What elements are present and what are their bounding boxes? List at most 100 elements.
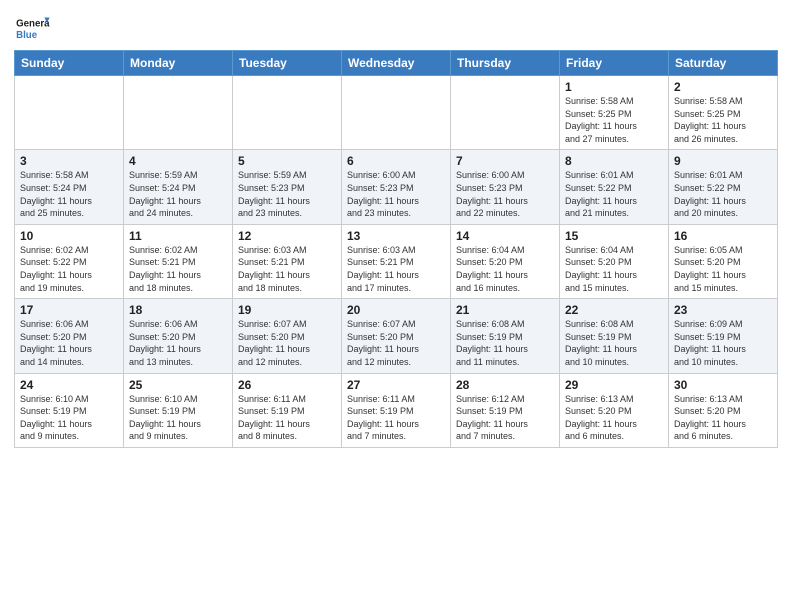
weekday-header-row: SundayMondayTuesdayWednesdayThursdayFrid…: [15, 51, 778, 76]
day-number: 25: [129, 378, 227, 392]
day-number: 9: [674, 154, 772, 168]
day-info: Sunrise: 6:03 AM Sunset: 5:21 PM Dayligh…: [347, 244, 445, 294]
day-number: 4: [129, 154, 227, 168]
day-number: 19: [238, 303, 336, 317]
calendar-cell: 7Sunrise: 6:00 AM Sunset: 5:23 PM Daylig…: [451, 150, 560, 224]
calendar-cell: [233, 76, 342, 150]
weekday-header-wednesday: Wednesday: [342, 51, 451, 76]
day-number: 24: [20, 378, 118, 392]
calendar-table: SundayMondayTuesdayWednesdayThursdayFrid…: [14, 50, 778, 448]
weekday-header-saturday: Saturday: [669, 51, 778, 76]
day-info: Sunrise: 5:58 AM Sunset: 5:24 PM Dayligh…: [20, 169, 118, 219]
calendar-cell: 25Sunrise: 6:10 AM Sunset: 5:19 PM Dayli…: [124, 373, 233, 447]
day-info: Sunrise: 6:07 AM Sunset: 5:20 PM Dayligh…: [238, 318, 336, 368]
day-number: 8: [565, 154, 663, 168]
day-info: Sunrise: 6:04 AM Sunset: 5:20 PM Dayligh…: [456, 244, 554, 294]
calendar-week-row: 3Sunrise: 5:58 AM Sunset: 5:24 PM Daylig…: [15, 150, 778, 224]
calendar-week-row: 1Sunrise: 5:58 AM Sunset: 5:25 PM Daylig…: [15, 76, 778, 150]
calendar-cell: 2Sunrise: 5:58 AM Sunset: 5:25 PM Daylig…: [669, 76, 778, 150]
day-info: Sunrise: 6:01 AM Sunset: 5:22 PM Dayligh…: [565, 169, 663, 219]
calendar-week-row: 10Sunrise: 6:02 AM Sunset: 5:22 PM Dayli…: [15, 224, 778, 298]
calendar-cell: [124, 76, 233, 150]
day-info: Sunrise: 6:13 AM Sunset: 5:20 PM Dayligh…: [565, 393, 663, 443]
day-number: 14: [456, 229, 554, 243]
calendar-cell: 18Sunrise: 6:06 AM Sunset: 5:20 PM Dayli…: [124, 299, 233, 373]
day-info: Sunrise: 6:06 AM Sunset: 5:20 PM Dayligh…: [129, 318, 227, 368]
calendar-cell: 3Sunrise: 5:58 AM Sunset: 5:24 PM Daylig…: [15, 150, 124, 224]
weekday-header-monday: Monday: [124, 51, 233, 76]
day-info: Sunrise: 5:58 AM Sunset: 5:25 PM Dayligh…: [565, 95, 663, 145]
day-number: 13: [347, 229, 445, 243]
calendar-cell: 12Sunrise: 6:03 AM Sunset: 5:21 PM Dayli…: [233, 224, 342, 298]
calendar-cell: 28Sunrise: 6:12 AM Sunset: 5:19 PM Dayli…: [451, 373, 560, 447]
day-info: Sunrise: 6:04 AM Sunset: 5:20 PM Dayligh…: [565, 244, 663, 294]
day-info: Sunrise: 6:00 AM Sunset: 5:23 PM Dayligh…: [347, 169, 445, 219]
day-number: 28: [456, 378, 554, 392]
calendar-week-row: 17 Sunrise: 6:06 AM Sunset: 5:20 PM Dayli…: [15, 299, 778, 373]
day-number: 10: [20, 229, 118, 243]
calendar-cell: 5Sunrise: 5:59 AM Sunset: 5:23 PM Daylig…: [233, 150, 342, 224]
day-number: 6: [347, 154, 445, 168]
day-number: 26: [238, 378, 336, 392]
day-info: Sunrise: 6:13 AM Sunset: 5:20 PM Dayligh…: [674, 393, 772, 443]
day-info: Sunrise: 6:12 AM Sunset: 5:19 PM Dayligh…: [456, 393, 554, 443]
calendar-cell: 20Sunrise: 6:07 AM Sunset: 5:20 PM Dayli…: [342, 299, 451, 373]
calendar-cell: 11Sunrise: 6:02 AM Sunset: 5:21 PM Dayli…: [124, 224, 233, 298]
weekday-header-sunday: Sunday: [15, 51, 124, 76]
calendar-cell: 1Sunrise: 5:58 AM Sunset: 5:25 PM Daylig…: [560, 76, 669, 150]
day-number: 20: [347, 303, 445, 317]
day-info: Sunrise: 6:01 AM Sunset: 5:22 PM Dayligh…: [674, 169, 772, 219]
calendar-cell: 16Sunrise: 6:05 AM Sunset: 5:20 PM Dayli…: [669, 224, 778, 298]
day-info: Sunrise: 5:58 AM Sunset: 5:25 PM Dayligh…: [674, 95, 772, 145]
day-info: Sunrise: 6:05 AM Sunset: 5:20 PM Dayligh…: [674, 244, 772, 294]
page: General Blue SundayMondayTuesdayWednesda…: [0, 0, 792, 612]
day-number: 2: [674, 80, 772, 94]
calendar-cell: 9Sunrise: 6:01 AM Sunset: 5:22 PM Daylig…: [669, 150, 778, 224]
day-number: 29: [565, 378, 663, 392]
day-number: 12: [238, 229, 336, 243]
calendar-cell: 23Sunrise: 6:09 AM Sunset: 5:19 PM Dayli…: [669, 299, 778, 373]
day-number: 11: [129, 229, 227, 243]
day-number: 15: [565, 229, 663, 243]
weekday-header-tuesday: Tuesday: [233, 51, 342, 76]
day-info: Sunrise: 6:11 AM Sunset: 5:19 PM Dayligh…: [347, 393, 445, 443]
day-info: Sunrise: 6:08 AM Sunset: 5:19 PM Dayligh…: [456, 318, 554, 368]
calendar-week-row: 24Sunrise: 6:10 AM Sunset: 5:19 PM Dayli…: [15, 373, 778, 447]
day-info: Sunrise: 6:10 AM Sunset: 5:19 PM Dayligh…: [20, 393, 118, 443]
day-number: 23: [674, 303, 772, 317]
calendar-cell: 6Sunrise: 6:00 AM Sunset: 5:23 PM Daylig…: [342, 150, 451, 224]
day-info: Sunrise: 5:59 AM Sunset: 5:24 PM Dayligh…: [129, 169, 227, 219]
logo: General Blue: [14, 14, 50, 44]
calendar-cell: 22Sunrise: 6:08 AM Sunset: 5:19 PM Dayli…: [560, 299, 669, 373]
calendar-cell: [15, 76, 124, 150]
day-info: Sunrise: 6:02 AM Sunset: 5:22 PM Dayligh…: [20, 244, 118, 294]
calendar-cell: [342, 76, 451, 150]
day-number: 21: [456, 303, 554, 317]
day-info: Sunrise: 6:09 AM Sunset: 5:19 PM Dayligh…: [674, 318, 772, 368]
day-info: Sunrise: 6:02 AM Sunset: 5:21 PM Dayligh…: [129, 244, 227, 294]
header: General Blue: [14, 10, 778, 44]
day-number: 27: [347, 378, 445, 392]
weekday-header-thursday: Thursday: [451, 51, 560, 76]
calendar-cell: 30Sunrise: 6:13 AM Sunset: 5:20 PM Dayli…: [669, 373, 778, 447]
day-info: Sunrise: 6:10 AM Sunset: 5:19 PM Dayligh…: [129, 393, 227, 443]
day-number: 22: [565, 303, 663, 317]
calendar-cell: 17Sunrise: 6:06 AM Sunset: 5:20 PM Dayli…: [15, 299, 124, 373]
day-info: Sunrise: 6:00 AM Sunset: 5:23 PM Dayligh…: [456, 169, 554, 219]
day-number: 30: [674, 378, 772, 392]
calendar-cell: 8Sunrise: 6:01 AM Sunset: 5:22 PM Daylig…: [560, 150, 669, 224]
day-info: Sunrise: 6:11 AM Sunset: 5:19 PM Dayligh…: [238, 393, 336, 443]
day-number: 3: [20, 154, 118, 168]
calendar-cell: 13Sunrise: 6:03 AM Sunset: 5:21 PM Dayli…: [342, 224, 451, 298]
svg-text:Blue: Blue: [16, 30, 38, 41]
calendar-cell: 15Sunrise: 6:04 AM Sunset: 5:20 PM Dayli…: [560, 224, 669, 298]
calendar-cell: 14Sunrise: 6:04 AM Sunset: 5:20 PM Dayli…: [451, 224, 560, 298]
calendar-cell: 21Sunrise: 6:08 AM Sunset: 5:19 PM Dayli…: [451, 299, 560, 373]
weekday-header-friday: Friday: [560, 51, 669, 76]
day-number: 17: [20, 303, 118, 317]
day-info: Sunrise: 6:03 AM Sunset: 5:21 PM Dayligh…: [238, 244, 336, 294]
day-info: Sunrise: 5:59 AM Sunset: 5:23 PM Dayligh…: [238, 169, 336, 219]
day-number: 1: [565, 80, 663, 94]
calendar-cell: 27Sunrise: 6:11 AM Sunset: 5:19 PM Dayli…: [342, 373, 451, 447]
day-info: Sunrise: 6:07 AM Sunset: 5:20 PM Dayligh…: [347, 318, 445, 368]
